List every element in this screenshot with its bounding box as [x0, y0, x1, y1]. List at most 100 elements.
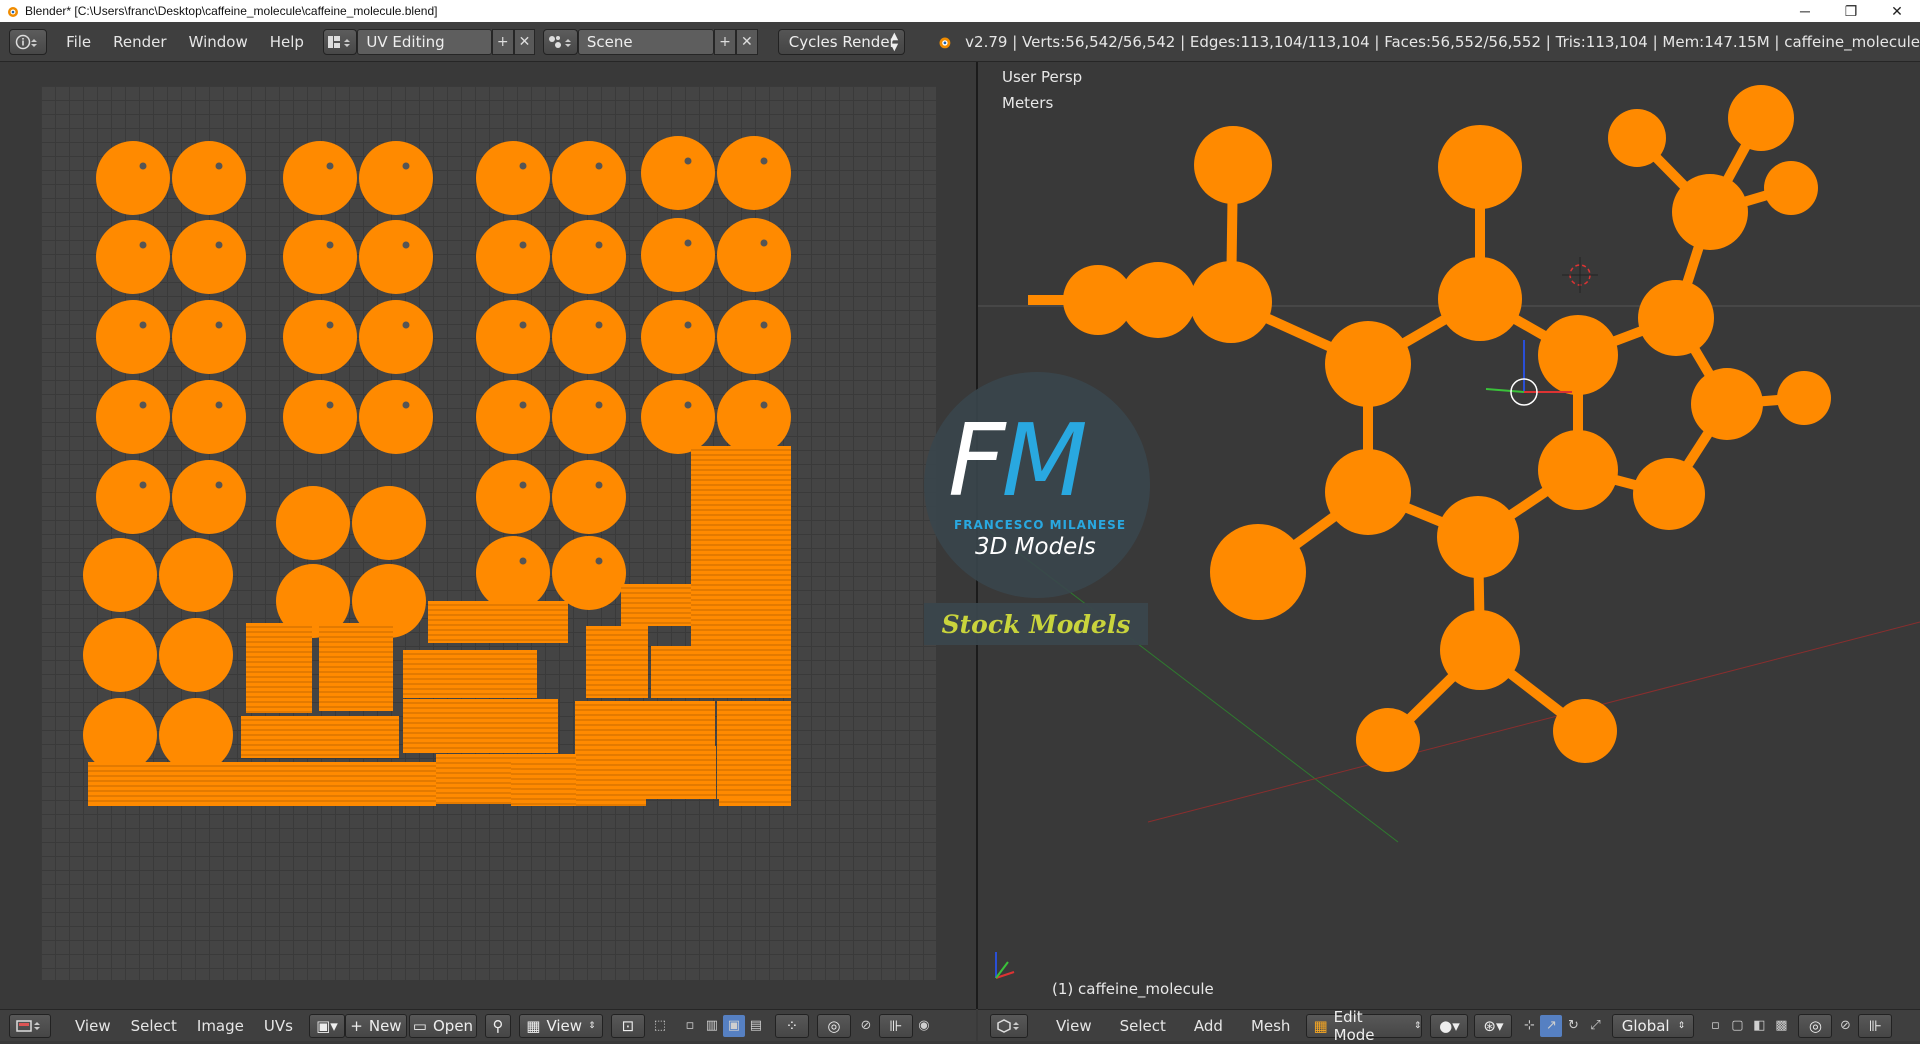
editor-type-info-button[interactable]	[9, 28, 48, 55]
x-axis-line	[1147, 621, 1920, 823]
image-browse-button[interactable]: ▣▾	[308, 1013, 345, 1038]
uv-island-hole	[402, 321, 410, 329]
add-scene-button[interactable]: +	[714, 28, 736, 55]
close-window-button[interactable]: ✕	[1874, 0, 1920, 22]
viewport-shading-dropdown[interactable]: ●▾	[1430, 1013, 1469, 1038]
manipulator-toggle-icon[interactable]: ⊹	[1518, 1015, 1540, 1037]
uv-island-hole	[595, 557, 603, 565]
snap-element-dropdown[interactable]: ⊪	[878, 1013, 913, 1038]
uv-menu-uvs[interactable]: UVs	[254, 1017, 303, 1035]
uv-island-circle	[96, 380, 170, 454]
dropdown-arrows-icon: ⇕	[1413, 1020, 1422, 1031]
uv-island-circle	[641, 300, 715, 374]
uv-island-circle	[172, 380, 246, 454]
sticky-icon: ⁘	[785, 1016, 799, 1035]
uv-menu-image[interactable]: Image	[187, 1017, 254, 1035]
uv-island-hole	[139, 401, 147, 409]
snap-icon[interactable]: ⊘	[1834, 1015, 1856, 1037]
uv-island-circle	[352, 486, 426, 560]
snap-toggle-icon[interactable]: ⊘	[855, 1015, 877, 1037]
atom-sphere	[1437, 496, 1519, 578]
new-image-button[interactable]: + New	[344, 1013, 407, 1038]
layer-face-icon[interactable]: ◧	[1748, 1015, 1770, 1037]
menu-help[interactable]: Help	[259, 33, 315, 51]
blender-logo-icon	[939, 36, 951, 48]
layer-vertex-icon[interactable]: ▫	[1704, 1015, 1726, 1037]
atom-sphere	[1691, 368, 1763, 440]
editor-type-image-button[interactable]	[9, 1013, 51, 1038]
proportional-edit-dropdown[interactable]: ◎	[816, 1013, 851, 1038]
uv-layout	[83, 136, 791, 806]
view-mode-dropdown[interactable]: ▦ View ⇕	[518, 1013, 603, 1038]
island-select-icon[interactable]: ▤	[745, 1015, 767, 1037]
minimize-button[interactable]: ─	[1782, 0, 1828, 22]
uv-grid-canvas[interactable]	[41, 86, 936, 980]
atom-sphere	[1553, 699, 1617, 763]
edge-select-icon[interactable]: ▥	[701, 1015, 723, 1037]
layer-edge-icon[interactable]: ▢	[1726, 1015, 1748, 1037]
view3d-menu-mesh[interactable]: Mesh	[1241, 1017, 1301, 1035]
plus-icon: +	[719, 33, 731, 50]
uv-island-strip	[403, 699, 558, 753]
pivot-dropdown[interactable]: ⊡	[610, 1013, 645, 1038]
view3d-menu-select[interactable]: Select	[1110, 1017, 1176, 1035]
uv-island-circle	[552, 141, 626, 215]
snap-target-dropdown[interactable]: ⊪	[1858, 1013, 1893, 1038]
editor-type-3dview-button[interactable]	[990, 1013, 1028, 1038]
add-layout-button[interactable]: +	[491, 28, 514, 55]
uv-island-strip	[246, 623, 312, 713]
maximize-button[interactable]: ❐	[1828, 0, 1874, 22]
remove-scene-button[interactable]: ✕	[735, 28, 758, 55]
uv-island-hole	[519, 241, 527, 249]
remove-layout-button[interactable]: ✕	[513, 28, 536, 55]
render-engine-dropdown[interactable]: Cycles Render ▲ ▼	[777, 28, 906, 55]
uv-menu-select[interactable]: Select	[121, 1017, 187, 1035]
uv-island-circle	[172, 460, 246, 534]
open-image-button[interactable]: ▭ Open	[408, 1013, 477, 1038]
view3d-menu-add[interactable]: Add	[1184, 1017, 1233, 1035]
proportional-icon: ◎	[1808, 1016, 1822, 1035]
uv-menu-view[interactable]: View	[65, 1017, 121, 1035]
uv-island-circle	[359, 220, 433, 294]
plus-icon: +	[496, 33, 509, 50]
uv-island-hole	[519, 162, 527, 170]
screen-layout-selector[interactable]	[322, 28, 358, 55]
scale-manipulator-icon[interactable]: ⤢	[1584, 1015, 1606, 1037]
scene-statistics: v2.79 | Verts:56,542/56,542 | Edges:113,…	[965, 32, 1920, 51]
uv-channel-icon[interactable]: ◉	[913, 1015, 935, 1037]
sticky-mode-dropdown[interactable]: ⁘	[774, 1013, 809, 1038]
transform-orientation-dropdown[interactable]: Global ⇕	[1612, 1013, 1695, 1038]
uv-island-circle	[159, 538, 233, 612]
uv-island-strip	[691, 446, 791, 646]
scene-selector[interactable]	[543, 28, 578, 55]
uv-island-circle	[359, 300, 433, 374]
face-select-icon[interactable]: ▣	[722, 1014, 745, 1037]
sync-selection-icon[interactable]: ⬚	[649, 1015, 671, 1037]
uv-image-editor[interactable]	[0, 62, 976, 1009]
uv-island-circle	[717, 218, 791, 292]
proportional-editing-dropdown[interactable]: ◎	[1798, 1013, 1833, 1038]
pivot-point-dropdown[interactable]: ⊛▾	[1474, 1013, 1513, 1038]
menu-render[interactable]: Render	[102, 33, 177, 51]
uv-island-circle	[476, 460, 550, 534]
menu-file[interactable]: File	[55, 33, 102, 51]
scene-name-field[interactable]: Scene	[577, 28, 715, 55]
layout-name-field[interactable]: UV Editing	[357, 28, 492, 55]
uv-island-circle	[476, 300, 550, 374]
atom-sphere	[1438, 257, 1522, 341]
uv-island-circle	[552, 300, 626, 374]
atom-sphere	[1764, 161, 1818, 215]
pin-image-button[interactable]: ⚲	[484, 1013, 511, 1038]
interaction-mode-dropdown[interactable]: ▦ Edit Mode ⇕	[1306, 1008, 1423, 1044]
menu-window[interactable]: Window	[178, 33, 259, 51]
atom-sphere	[1325, 321, 1411, 407]
uv-island-circle	[96, 300, 170, 374]
occlude-geometry-icon[interactable]: ▩	[1770, 1015, 1792, 1037]
translate-manipulator-icon[interactable]: ↗	[1540, 1014, 1563, 1037]
view3d-menu-view[interactable]: View	[1046, 1017, 1102, 1035]
vertex-select-icon[interactable]: ▫	[679, 1015, 701, 1037]
atom-sphere	[1608, 109, 1666, 167]
atom-sphere	[1538, 430, 1618, 510]
window-title: Blender* [C:\Users\franc\Desktop\caffein…	[25, 4, 438, 18]
rotate-manipulator-icon[interactable]: ↻	[1562, 1015, 1584, 1037]
